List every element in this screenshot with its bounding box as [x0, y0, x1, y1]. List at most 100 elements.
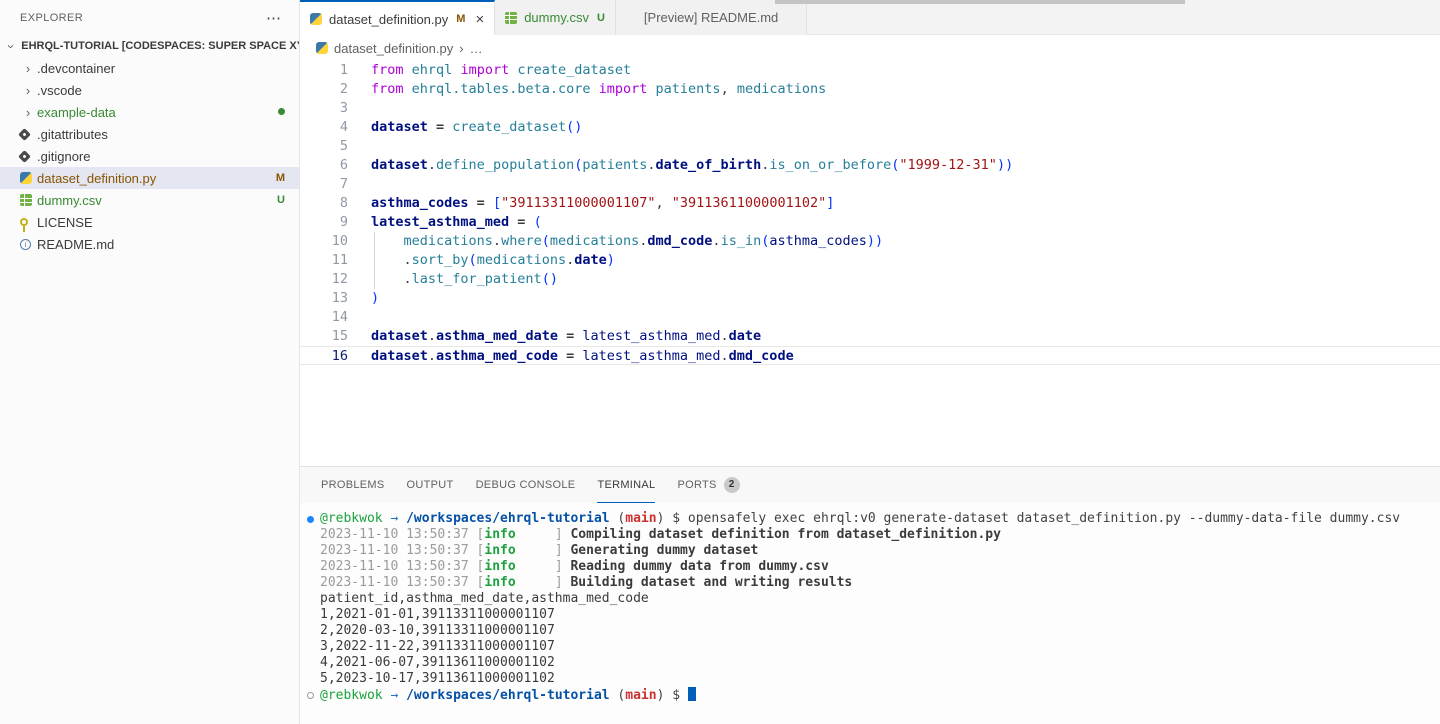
code-line[interactable]: 9latest_asthma_med = (	[300, 213, 1440, 232]
code-line[interactable]: 4 dataset = create_dataset()	[300, 118, 1440, 137]
code-token: asthma_codes	[371, 195, 469, 211]
terminal-line: patient_id,asthma_med_date,asthma_med_co…	[300, 591, 1440, 607]
terminal-line: 2,2020-03-10,39113311000001107	[300, 623, 1440, 639]
code-line[interactable]: 6 dataset.define_population(patients.date…	[300, 156, 1440, 175]
line-number[interactable]: 14	[300, 308, 348, 327]
code-editor[interactable]: 1from ehrql import create_dataset2from e…	[300, 61, 1440, 466]
code-token	[404, 62, 412, 78]
terminal-text: info	[484, 559, 515, 574]
breadcrumb-symbol[interactable]: …	[470, 41, 483, 56]
code-token: where	[501, 233, 542, 249]
line-number[interactable]: 9	[300, 213, 348, 232]
code-line[interactable]: 3	[300, 99, 1440, 118]
git-icon	[18, 128, 31, 141]
tab-ports[interactable]: PORTS 2	[677, 468, 739, 503]
sidebar-item-license[interactable]: LICENSE	[0, 211, 299, 233]
line-number[interactable]: 15	[300, 327, 348, 346]
code-line[interactable]: 14	[300, 308, 1440, 327]
line-number[interactable]: 11	[300, 251, 348, 270]
terminal-text: ) $	[657, 511, 688, 526]
code-line[interactable]: 10 medications.where(medications.dmd_cod…	[300, 232, 1440, 251]
tab-output[interactable]: OUTPUT	[407, 468, 454, 503]
code-token: latest_asthma_med	[582, 348, 720, 364]
line-number[interactable]: 4	[300, 118, 348, 137]
code-token: .	[493, 233, 501, 249]
terminal-text: info	[484, 575, 515, 590]
tab-readme-preview[interactable]: [Preview] README.md	[616, 0, 807, 35]
code-token	[371, 233, 404, 249]
tab-problems[interactable]: PROBLEMS	[321, 468, 385, 503]
code-line[interactable]: 11 .sort_by(medications.date)	[300, 251, 1440, 270]
code-line[interactable]: 7	[300, 175, 1440, 194]
code-line[interactable]: 1from ehrql import create_dataset	[300, 61, 1440, 80]
terminal-output[interactable]: @rebkwok → /workspaces/ehrql-tutorial (m…	[300, 503, 1440, 703]
editor-horizontal-scrollbar[interactable]	[775, 0, 1185, 4]
tab-label: dummy.csv	[524, 10, 589, 25]
code-text: dataset.define_population(patients.date_…	[371, 156, 1440, 175]
line-number[interactable]: 12	[300, 270, 348, 289]
git-status-badge: M	[276, 172, 299, 184]
sidebar-item-readme-md[interactable]: iREADME.md	[0, 233, 299, 255]
workspace-root-row[interactable]: › EHRQL-TUTORIAL [CODESPACES: SUPER SPAC…	[0, 35, 299, 57]
ports-count-badge: 2	[724, 477, 740, 493]
code-token: asthma_med_date	[436, 328, 558, 344]
code-line[interactable]: 8asthma_codes = ["39113311000001107", "3…	[300, 194, 1440, 213]
code-line[interactable]: 12 .last_for_patient()	[300, 270, 1440, 289]
terminal-line: 4,2021-06-07,39113611000001102	[300, 655, 1440, 671]
terminal-text: patient_id,asthma_med_date,asthma_med_co…	[320, 591, 649, 606]
terminal-line: 2023-11-10 13:50:37 [info ] Building dat…	[300, 575, 1440, 591]
code-line[interactable]: 16dataset.asthma_med_code = latest_asthm…	[300, 346, 1440, 365]
code-line[interactable]: 15dataset.asthma_med_date = latest_asthm…	[300, 327, 1440, 346]
indent-guide	[374, 270, 375, 289]
file-label: example-data	[37, 105, 278, 120]
line-number[interactable]: 10	[300, 232, 348, 251]
code-token: .	[647, 157, 655, 173]
sidebar-item-dataset-definition-py[interactable]: dataset_definition.pyM	[0, 167, 299, 189]
code-text: dataset = create_dataset()	[371, 118, 1440, 137]
tab-dataset-definition[interactable]: dataset_definition.py M ×	[300, 0, 495, 36]
line-number[interactable]: 7	[300, 175, 348, 194]
line-number[interactable]: 3	[300, 99, 348, 118]
sidebar-item--gitignore[interactable]: .gitignore	[0, 145, 299, 167]
sidebar-item--vscode[interactable]: ›.vscode	[0, 79, 299, 101]
line-number[interactable]: 8	[300, 194, 348, 213]
code-token: .	[428, 157, 436, 173]
command-decoration-icon	[307, 516, 314, 523]
code-token: asthma_codes	[769, 233, 867, 249]
line-number[interactable]: 1	[300, 61, 348, 80]
file-label: .gitignore	[37, 149, 299, 164]
terminal-line: @rebkwok → /workspaces/ehrql-tutorial (m…	[300, 687, 1440, 703]
tab-dummy-csv[interactable]: dummy.csv U	[495, 0, 616, 35]
file-label: LICENSE	[37, 215, 299, 230]
breadcrumb-file[interactable]: dataset_definition.py	[334, 41, 453, 56]
line-number[interactable]: 2	[300, 80, 348, 99]
tab-terminal[interactable]: TERMINAL	[597, 468, 655, 503]
tab-label: [Preview] README.md	[644, 10, 778, 25]
code-token	[590, 81, 598, 97]
explorer-more-actions-icon[interactable]: ⋯	[260, 9, 287, 27]
close-icon[interactable]: ×	[475, 11, 484, 28]
sidebar-item-dummy-csv[interactable]: dummy.csvU	[0, 189, 299, 211]
terminal-text: @rebkwok	[320, 511, 383, 526]
terminal-line: @rebkwok → /workspaces/ehrql-tutorial (m…	[300, 511, 1440, 527]
sidebar-item--gitattributes[interactable]: .gitattributes	[0, 123, 299, 145]
sidebar-item--devcontainer[interactable]: ›.devcontainer	[0, 57, 299, 79]
line-number[interactable]: 16	[300, 347, 348, 364]
code-line[interactable]: 5	[300, 137, 1440, 156]
sidebar-item-example-data[interactable]: ›example-data	[0, 101, 299, 123]
code-token: dataset	[371, 157, 428, 173]
line-number[interactable]: 13	[300, 289, 348, 308]
code-token: =	[509, 214, 533, 230]
terminal-text: 5,2023-10-17,39113611000001102	[320, 671, 555, 686]
line-number[interactable]: 5	[300, 137, 348, 156]
git-status-badge: U	[277, 194, 299, 206]
code-text: )	[371, 289, 1440, 308]
code-token: =	[469, 195, 493, 211]
code-line[interactable]: 2from ehrql.tables.beta.core import pati…	[300, 80, 1440, 99]
code-line[interactable]: 13)	[300, 289, 1440, 308]
line-number[interactable]: 6	[300, 156, 348, 175]
code-token: .	[371, 252, 412, 268]
tab-debug-console[interactable]: DEBUG CONSOLE	[476, 468, 576, 503]
code-token: dataset	[371, 348, 428, 364]
code-token: =	[558, 328, 582, 344]
